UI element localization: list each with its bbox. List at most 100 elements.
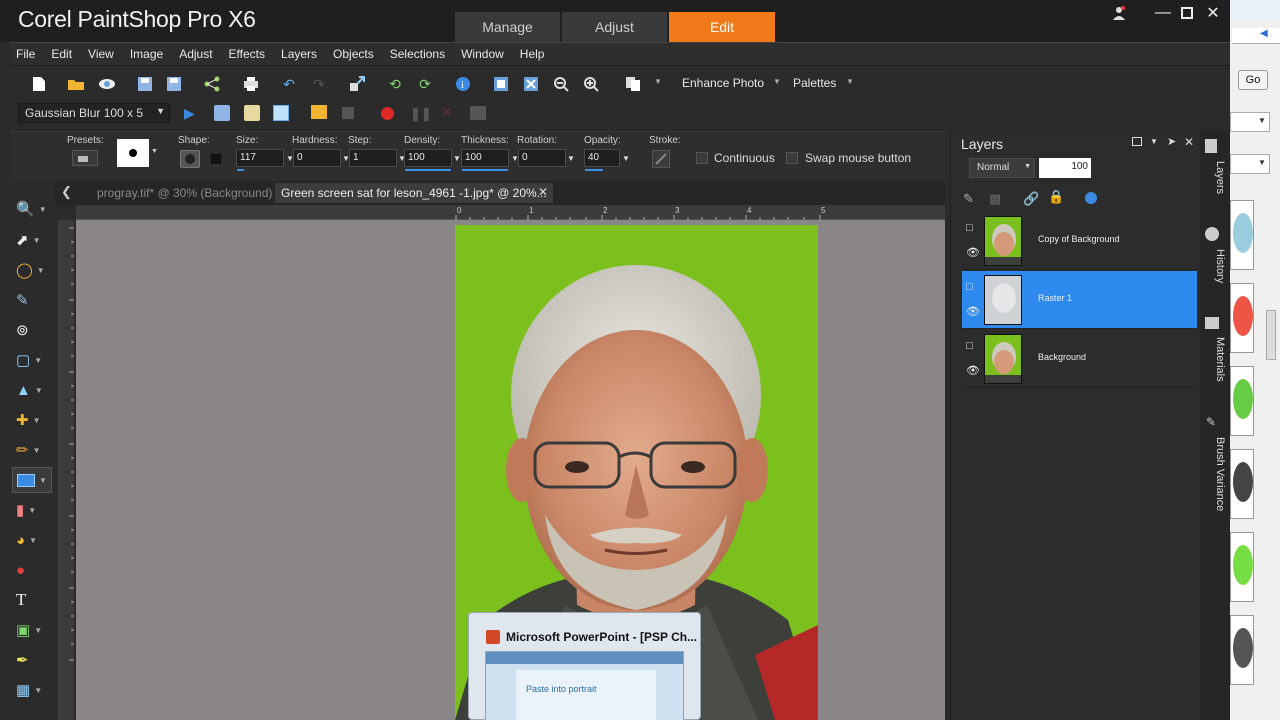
- shape-square-button[interactable]: [206, 150, 226, 168]
- browser-scrollbar-thumb[interactable]: [1266, 310, 1276, 360]
- panel-maximize-icon[interactable]: [1132, 137, 1142, 146]
- panel-pin-icon[interactable]: ➤: [1167, 135, 1176, 148]
- straighten-tool[interactable]: ▢ ▼: [12, 347, 52, 373]
- script-select[interactable]: Gaussian Blur 100 x 5 ▼: [18, 103, 170, 123]
- account-icon[interactable]: [1104, 2, 1134, 24]
- browser-thumb-6[interactable]: [1230, 615, 1254, 685]
- perspective-tool[interactable]: ▲ ▼: [12, 377, 52, 403]
- eye-icon[interactable]: 👁: [966, 364, 982, 378]
- step-input[interactable]: 1: [349, 149, 397, 167]
- pause-icon[interactable]: ❚❚: [410, 106, 432, 122]
- browser-thumb-2[interactable]: [1230, 283, 1254, 353]
- thickness-input[interactable]: 100: [461, 149, 509, 167]
- side-tab-brush-variance[interactable]: Brush Variance: [1202, 437, 1226, 511]
- link-icon[interactable]: 🔗: [1023, 191, 1039, 207]
- doc-tab-progray[interactable]: progray.tif* @ 30% (Background): [91, 183, 278, 203]
- brush-tip-arrow[interactable]: ▼: [151, 148, 158, 155]
- pick-tool[interactable]: ⬈ ▼: [12, 227, 52, 253]
- side-tab-materials[interactable]: Materials: [1202, 337, 1226, 382]
- record-icon[interactable]: [381, 107, 394, 120]
- selection-tool[interactable]: ◯ ▼: [12, 257, 52, 283]
- menu-objects[interactable]: Objects: [327, 47, 380, 61]
- swap-mouse-checkbox[interactable]: [786, 152, 798, 164]
- save-as-icon[interactable]: [163, 73, 185, 95]
- menu-image[interactable]: Image: [124, 47, 169, 61]
- color-replacer-tool[interactable]: ●: [12, 557, 52, 583]
- menu-file[interactable]: File: [10, 47, 41, 61]
- run-script-icon[interactable]: ▶: [184, 105, 195, 122]
- save-icon[interactable]: [134, 73, 156, 95]
- eraser-tool[interactable]: ▮ ▼: [12, 497, 52, 523]
- new-file-icon[interactable]: [28, 73, 50, 95]
- browse-icon[interactable]: [96, 73, 118, 95]
- browser-thumb-5[interactable]: [1230, 532, 1254, 602]
- size-input[interactable]: 117: [236, 149, 284, 167]
- zoom-out-icon[interactable]: [550, 73, 572, 95]
- hardness-input[interactable]: 0: [293, 149, 341, 167]
- close-tab-icon[interactable]: ✕: [538, 185, 548, 199]
- tab-adjust[interactable]: Adjust: [562, 12, 668, 42]
- side-tab-layers[interactable]: Layers: [1202, 161, 1226, 194]
- undo-icon[interactable]: ↶: [278, 73, 300, 95]
- tab-edit[interactable]: Edit: [669, 12, 776, 42]
- continuous-checkbox[interactable]: [696, 152, 708, 164]
- layer-mask-icon[interactable]: ▩: [989, 191, 1001, 207]
- script-batch-icon[interactable]: [214, 105, 230, 121]
- palettes-arrow[interactable]: ▼: [846, 77, 854, 86]
- pen-tool[interactable]: ✒: [12, 647, 52, 673]
- menu-edit[interactable]: Edit: [45, 47, 78, 61]
- menu-adjust[interactable]: Adjust: [173, 47, 218, 61]
- save-script-icon[interactable]: [470, 106, 486, 120]
- makeover-tool[interactable]: ✚ ▼: [12, 407, 52, 433]
- shape-round-button[interactable]: [180, 150, 200, 168]
- eye-icon[interactable]: 👁: [966, 246, 982, 260]
- dodge-tool[interactable]: ◕ ▼: [12, 527, 52, 553]
- layer-properties-icon[interactable]: ✎: [963, 191, 974, 207]
- density-input[interactable]: 100: [404, 149, 452, 167]
- layer-link-icon[interactable]: □: [966, 340, 982, 354]
- fit-window-icon[interactable]: [520, 73, 542, 95]
- fill-tool[interactable]: ▣ ▼: [12, 617, 52, 643]
- doc-tab-green-screen[interactable]: Green screen sat for leson_4961 -1.jpg* …: [275, 183, 553, 203]
- edit-script-icon[interactable]: [244, 105, 260, 121]
- palettes-menu[interactable]: Palettes: [793, 76, 836, 90]
- brush-tip-preview[interactable]: [117, 139, 149, 167]
- rotation-dropdown-arrow[interactable]: ▼: [567, 154, 575, 163]
- zoom-in-icon[interactable]: [580, 73, 602, 95]
- menu-effects[interactable]: Effects: [223, 47, 271, 61]
- dropper-tool[interactable]: ✎: [12, 287, 52, 313]
- layer-opacity-input[interactable]: 100: [1039, 158, 1091, 178]
- info-icon[interactable]: i: [452, 73, 474, 95]
- script-toggle-icon[interactable]: [273, 105, 289, 121]
- side-tab-history[interactable]: History: [1202, 249, 1226, 283]
- print-icon[interactable]: [240, 73, 262, 95]
- shape-tool[interactable]: ▼: [12, 467, 52, 493]
- menu-selections[interactable]: Selections: [384, 47, 451, 61]
- text-tool[interactable]: T: [12, 587, 52, 613]
- stroke-toggle[interactable]: [652, 150, 670, 168]
- resize-icon[interactable]: [346, 73, 368, 95]
- panel-close-icon[interactable]: ✕: [1184, 135, 1194, 149]
- close-button[interactable]: ✕: [1198, 2, 1228, 24]
- share-icon[interactable]: [201, 73, 223, 95]
- presets-dropdown[interactable]: [72, 150, 98, 166]
- cancel-script-icon[interactable]: ✕: [441, 104, 453, 121]
- copy-icon[interactable]: [622, 73, 644, 95]
- tab-manage[interactable]: Manage: [455, 12, 561, 42]
- tabs-scroll-left-icon[interactable]: ❮: [61, 184, 72, 200]
- crop-tool[interactable]: ⊚: [12, 317, 52, 343]
- opacity-input[interactable]: 40: [584, 149, 620, 167]
- enhance-photo-menu[interactable]: Enhance Photo: [682, 76, 764, 90]
- menu-view[interactable]: View: [82, 47, 120, 61]
- new-layer-icon[interactable]: [1085, 192, 1097, 204]
- redo-icon[interactable]: ↷: [308, 73, 330, 95]
- actual-size-icon[interactable]: [490, 73, 512, 95]
- browser-tab-arrow[interactable]: ◀: [1260, 28, 1268, 39]
- blend-mode-select[interactable]: Normal ▼: [969, 158, 1035, 178]
- stop-script-icon[interactable]: [342, 107, 354, 119]
- layer-link-icon[interactable]: □: [966, 222, 982, 236]
- rotate-left-icon[interactable]: ⟲: [384, 73, 406, 95]
- eye-icon[interactable]: 👁: [966, 305, 982, 319]
- go-button[interactable]: Go: [1238, 70, 1268, 90]
- density-dropdown-arrow[interactable]: ▼: [453, 154, 461, 163]
